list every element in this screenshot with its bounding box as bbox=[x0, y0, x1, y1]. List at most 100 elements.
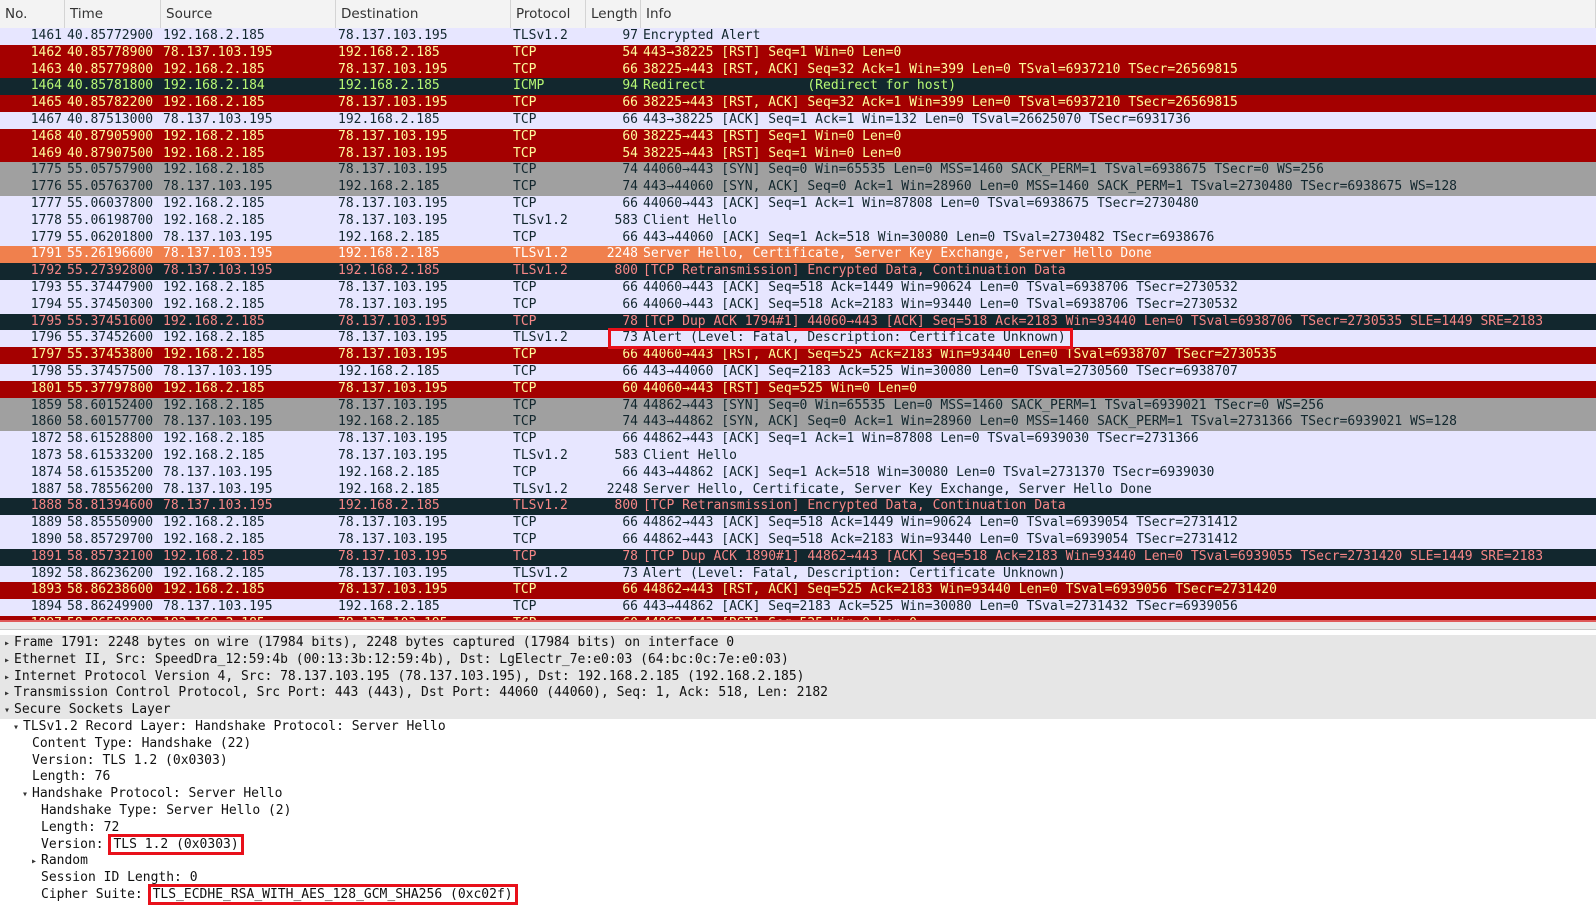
packet-row[interactable]: 1794 55.37450300 192.168.2.185 78.137.103.1… bbox=[0, 296, 1596, 314]
packet-list[interactable]: 1461 40.85772900 192.168.2.185 78.137.103.1… bbox=[0, 28, 1596, 620]
detail-cipher-suite[interactable]: Cipher Suite: TLS_ECDHE_RSA_WITH_AES_128… bbox=[0, 884, 1596, 905]
detail-tcp[interactable]: ▸ Transmission Control Protocol, Src Port… bbox=[0, 685, 1596, 703]
packet-row[interactable]: 1890 58.85729700 192.168.2.185 78.137.103.1… bbox=[0, 532, 1596, 549]
detail-label: Version: TLS 1.2 (0x0303) bbox=[32, 752, 228, 768]
packet-row[interactable]: 1893 58.86238600 192.168.2.185 78.137.103.1… bbox=[0, 582, 1596, 600]
expand-arrow-icon[interactable]: ▸ bbox=[4, 653, 14, 670]
packet-time: 58.86249900 bbox=[67, 599, 154, 615]
packet-time: 55.06201800 bbox=[67, 229, 154, 245]
detail-label: TLSv1.2 Record Layer: Handshake Protocol… bbox=[23, 719, 446, 734]
packet-time: 58.78556200 bbox=[67, 481, 154, 497]
packet-no: 1776 bbox=[30, 179, 62, 195]
packet-len: 66 bbox=[622, 347, 638, 363]
collapse-arrow-icon[interactable]: ▾ bbox=[22, 787, 32, 804]
detail-random[interactable]: ▸ Random bbox=[0, 853, 1596, 870]
packet-row[interactable]: 1894 58.86249900 78.137.103.195 192.168.2.1… bbox=[0, 599, 1596, 616]
packet-row[interactable]: 1859 58.60152400 192.168.2.185 78.137.103.1… bbox=[0, 397, 1596, 415]
packet-row[interactable]: 1888 58.81394600 78.137.103.195 192.168.2.1… bbox=[0, 498, 1596, 516]
packet-row[interactable]: 1469 40.87907500 192.168.2.185 78.137.103.1… bbox=[0, 145, 1596, 163]
packet-len: 66 bbox=[622, 582, 638, 598]
detail-record-length[interactable]: Length: 76 bbox=[0, 769, 1596, 786]
packet-row[interactable]: 1797 55.37453800 192.168.2.185 78.137.103.1… bbox=[0, 347, 1596, 364]
packet-row[interactable]: 1461 40.85772900 192.168.2.185 78.137.103.1… bbox=[0, 28, 1596, 45]
packet-row[interactable]: 1801 55.37797800 192.168.2.185 78.137.103.1… bbox=[0, 380, 1596, 398]
packet-no: 1893 bbox=[30, 582, 62, 598]
detail-handshake[interactable]: ▾ Handshake Protocol: Server Hello bbox=[0, 786, 1596, 803]
expand-arrow-icon[interactable]: ▸ bbox=[4, 670, 14, 687]
packet-row[interactable]: 1775 55.05757900 192.168.2.185 78.137.103.1… bbox=[0, 162, 1596, 180]
detail-ethernet[interactable]: ▸ Ethernet II, Src: SpeedDra_12:59:4b (00… bbox=[0, 651, 1596, 670]
packet-row[interactable]: 1462 40.85778900 78.137.103.195 192.168.2.1… bbox=[0, 44, 1596, 62]
column-header-proto[interactable]: Protocol bbox=[511, 0, 586, 28]
packet-proto: TCP bbox=[513, 532, 537, 547]
packet-src: 78.137.103.195 bbox=[163, 263, 273, 279]
packet-src: 192.168.2.185 bbox=[163, 548, 265, 564]
column-header-dst[interactable]: Destination bbox=[336, 0, 511, 28]
packet-row[interactable]: 1791 55.26196600 78.137.103.195 192.168.2.1… bbox=[0, 246, 1596, 264]
packet-row[interactable]: 1872 58.61528800 192.168.2.185 78.137.103.1… bbox=[0, 431, 1596, 448]
packet-row[interactable]: 1873 58.61533200 192.168.2.185 78.137.103.1… bbox=[0, 448, 1596, 465]
collapse-arrow-icon[interactable]: ▾ bbox=[13, 720, 23, 737]
detail-ssl[interactable]: ▾ Secure Sockets Layer bbox=[0, 702, 1596, 719]
collapse-arrow-icon[interactable]: ▾ bbox=[4, 703, 14, 720]
column-header-time[interactable]: Time bbox=[65, 0, 161, 28]
packet-row[interactable]: 1465 40.85782200 192.168.2.185 78.137.103.1… bbox=[0, 95, 1596, 112]
detail-ip[interactable]: ▸ Internet Protocol Version 4, Src: 78.13… bbox=[0, 668, 1596, 687]
packet-src: 78.137.103.195 bbox=[163, 464, 273, 480]
packet-dst: 78.137.103.195 bbox=[338, 397, 448, 413]
detail-handshake-length[interactable]: Length: 72 bbox=[0, 820, 1596, 837]
packet-row[interactable]: 1795 55.37451600 192.168.2.185 78.137.103.1… bbox=[0, 313, 1596, 331]
packet-row[interactable]: 1860 58.60157700 78.137.103.195 192.168.2.1… bbox=[0, 414, 1596, 432]
packet-row[interactable]: 1874 58.61535200 78.137.103.195 192.168.2.1… bbox=[0, 464, 1596, 482]
detail-record-layer[interactable]: ▾ TLSv1.2 Record Layer: Handshake Protoco… bbox=[0, 719, 1596, 736]
detail-record-version[interactable]: Version: TLS 1.2 (0x0303) bbox=[0, 753, 1596, 770]
packet-info: Server Hello, Certificate, Server Key Ex… bbox=[643, 246, 1152, 262]
packet-row[interactable]: 1779 55.06201800 78.137.103.195 192.168.2.1… bbox=[0, 229, 1596, 247]
expand-arrow-icon[interactable]: ▸ bbox=[4, 686, 14, 703]
column-header-src[interactable]: Source bbox=[161, 0, 336, 28]
column-header-info[interactable]: Info bbox=[641, 0, 1596, 28]
packet-time: 58.85550900 bbox=[67, 515, 154, 531]
expand-arrow-icon[interactable]: ▸ bbox=[4, 636, 14, 653]
packet-dst: 192.168.2.185 bbox=[338, 179, 440, 195]
packet-row[interactable]: 1464 40.85781800 192.168.2.184 192.168.2.18… bbox=[0, 78, 1596, 96]
packet-dst: 78.137.103.195 bbox=[338, 582, 448, 598]
packet-row[interactable]: 1792 55.27392800 78.137.103.195 192.168.2.1… bbox=[0, 263, 1596, 280]
packet-row[interactable]: 1778 55.06198700 192.168.2.185 78.137.103.1… bbox=[0, 212, 1596, 230]
packet-row[interactable]: 1793 55.37447900 192.168.2.185 78.137.103.1… bbox=[0, 280, 1596, 297]
detail-handshake-type[interactable]: Handshake Type: Server Hello (2) bbox=[0, 803, 1596, 820]
packet-src: 192.168.2.185 bbox=[163, 95, 265, 111]
detail-session-id-length[interactable]: Session ID Length: 0 bbox=[0, 870, 1596, 887]
column-header-len[interactable]: Length bbox=[586, 0, 641, 28]
packet-row[interactable]: 1777 55.06037800 192.168.2.185 78.137.103.1… bbox=[0, 196, 1596, 213]
packet-info: 443→38225 [ACK] Seq=1 Ack=1 Win=132 Len=… bbox=[643, 112, 1191, 127]
packet-row[interactable]: 1463 40.85779800 192.168.2.185 78.137.103.1… bbox=[0, 61, 1596, 79]
pane-splitter[interactable] bbox=[0, 620, 1596, 630]
packet-row[interactable]: 1892 58.86236200 192.168.2.185 78.137.103.1… bbox=[0, 565, 1596, 583]
packet-row[interactable]: 1889 58.85550900 192.168.2.185 78.137.103.1… bbox=[0, 515, 1596, 532]
packet-info: Alert (Level: Fatal, Description: Certif… bbox=[643, 330, 1066, 346]
packet-row[interactable]: 1467 40.87513000 78.137.103.195 192.168.2.1… bbox=[0, 112, 1596, 129]
packet-details-tree[interactable]: ▸ Frame 1791: 2248 bytes on wire (17984 b… bbox=[0, 632, 1596, 921]
packet-row[interactable]: 1798 55.37457500 78.137.103.195 192.168.2.1… bbox=[0, 364, 1596, 381]
packet-row[interactable]: 1468 40.87905900 192.168.2.185 78.137.103.1… bbox=[0, 128, 1596, 146]
packet-row[interactable]: 1891 58.85732100 192.168.2.185 78.137.103.1… bbox=[0, 548, 1596, 566]
expand-arrow-icon[interactable]: ▸ bbox=[31, 854, 41, 871]
packet-dst: 78.137.103.195 bbox=[338, 565, 448, 581]
packet-info: 443→44862 [ACK] Seq=2183 Ack=525 Win=300… bbox=[643, 599, 1238, 615]
packet-no: 1798 bbox=[30, 364, 62, 379]
detail-handshake-version[interactable]: Version: TLS 1.2 (0x0303) bbox=[0, 833, 1596, 855]
detail-label: Handshake Type: Server Hello (2) bbox=[41, 803, 292, 818]
column-header-no[interactable]: No. bbox=[0, 0, 65, 28]
packet-row[interactable]: 1887 58.78556200 78.137.103.195 192.168.2.1… bbox=[0, 481, 1596, 499]
packet-no: 1794 bbox=[30, 296, 62, 312]
packet-time: 55.37450300 bbox=[67, 296, 154, 312]
detail-frame[interactable]: ▸ Frame 1791: 2248 bytes on wire (17984 b… bbox=[0, 635, 1596, 652]
packet-row[interactable]: 1776 55.05763700 78.137.103.195 192.168.2.1… bbox=[0, 179, 1596, 196]
packet-src: 78.137.103.195 bbox=[163, 414, 273, 430]
packet-list-header: No. Time Source Destination Protocol Length In… bbox=[0, 0, 1596, 29]
packet-row[interactable]: 1796 55.37452600 192.168.2.185 78.137.103.1… bbox=[0, 328, 1596, 350]
packet-no: 1892 bbox=[30, 565, 62, 581]
detail-content-type[interactable]: Content Type: Handshake (22) bbox=[0, 736, 1596, 753]
packet-no: 1468 bbox=[30, 128, 62, 144]
